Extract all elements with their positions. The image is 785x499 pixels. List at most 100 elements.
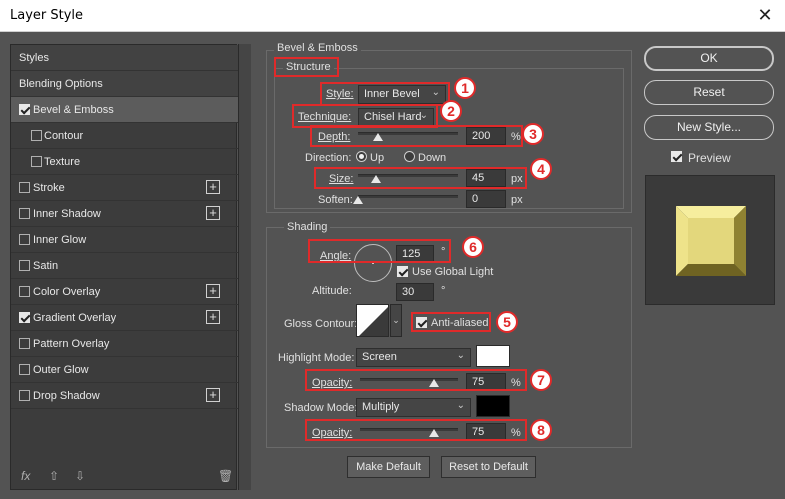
preview-label: Preview bbox=[688, 151, 731, 165]
shadow-color-swatch[interactable] bbox=[476, 395, 510, 417]
direction-down-radio[interactable] bbox=[404, 151, 415, 162]
soften-slider-track[interactable] bbox=[358, 195, 458, 198]
style-list-checkbox[interactable] bbox=[19, 312, 30, 323]
style-list-item[interactable]: Color Overlay + bbox=[11, 279, 238, 305]
gloss-contour-dropdown[interactable]: ⌄ bbox=[390, 304, 402, 337]
shadow-mode-select[interactable]: Multiply ⌄ bbox=[356, 398, 471, 417]
style-list-label: Drop Shadow bbox=[33, 390, 100, 402]
add-style-icon[interactable]: + bbox=[206, 388, 220, 402]
style-list-item[interactable]: Blending Options bbox=[11, 71, 238, 97]
shadow-opacity-highlight-box bbox=[305, 419, 527, 441]
annotation-1: 1 bbox=[454, 77, 476, 99]
annotation-3: 3 bbox=[522, 123, 544, 145]
direction-label: Direction: bbox=[305, 152, 352, 164]
style-list-item[interactable]: Contour bbox=[11, 123, 238, 149]
annotation-7: 7 bbox=[530, 369, 552, 391]
make-default-button[interactable]: Make Default bbox=[347, 456, 430, 478]
style-list-checkbox[interactable] bbox=[19, 234, 30, 245]
angle-highlight-box bbox=[308, 239, 451, 263]
style-list-checkbox[interactable] bbox=[19, 364, 30, 375]
new-style-button[interactable]: New Style... bbox=[644, 115, 774, 140]
style-list-item[interactable]: Bevel & Emboss bbox=[11, 97, 238, 123]
style-highlight-box bbox=[320, 82, 450, 106]
style-list-label: Blending Options bbox=[19, 78, 103, 90]
style-list-label: Bevel & Emboss bbox=[33, 104, 114, 116]
close-icon[interactable]: ✕ bbox=[753, 4, 777, 26]
bevel-preview-icon bbox=[676, 206, 746, 276]
preview-checkbox[interactable] bbox=[671, 151, 682, 162]
style-list-label: Styles bbox=[19, 52, 49, 64]
style-list-label: Gradient Overlay bbox=[33, 312, 117, 324]
direction-down-label: Down bbox=[418, 152, 447, 164]
style-list-label: Texture bbox=[44, 156, 81, 168]
highlight-mode-select[interactable]: Screen ⌄ bbox=[356, 348, 471, 367]
add-style-icon[interactable]: + bbox=[206, 284, 220, 298]
move-up-icon[interactable]: ⇧ bbox=[49, 469, 59, 483]
style-list-checkbox[interactable] bbox=[19, 338, 30, 349]
fx-icon[interactable]: fx bbox=[21, 469, 30, 483]
styles-list-panel: Styles Blending Options Bevel & Emboss Cont… bbox=[10, 44, 238, 491]
style-list-item[interactable]: Inner Glow bbox=[11, 227, 238, 253]
move-down-icon[interactable]: ⇩ bbox=[75, 469, 85, 483]
style-list-checkbox[interactable] bbox=[19, 208, 30, 219]
style-preview-thumbnail bbox=[645, 175, 775, 305]
depth-highlight-box bbox=[310, 125, 523, 147]
chevron-down-icon: ⌄ bbox=[456, 400, 465, 411]
style-list-item[interactable]: Outer Glow bbox=[11, 357, 238, 383]
style-list-item[interactable]: Inner Shadow + bbox=[11, 201, 238, 227]
style-list-checkbox[interactable] bbox=[19, 260, 30, 271]
style-list-label: Inner Glow bbox=[33, 234, 87, 246]
style-list-item[interactable]: Pattern Overlay bbox=[11, 331, 238, 357]
use-global-light-checkbox[interactable] bbox=[397, 266, 408, 277]
style-list-checkbox[interactable] bbox=[19, 286, 30, 297]
style-list-checkbox[interactable] bbox=[31, 156, 42, 167]
style-list-item[interactable]: Drop Shadow + bbox=[11, 383, 238, 409]
annotation-5: 5 bbox=[496, 311, 518, 333]
soften-slider-thumb[interactable] bbox=[353, 196, 363, 204]
annotation-2: 2 bbox=[440, 100, 462, 122]
style-list-checkbox[interactable] bbox=[19, 390, 30, 401]
style-list-checkbox[interactable] bbox=[19, 104, 30, 115]
use-global-light-label: Use Global Light bbox=[412, 266, 494, 278]
style-list-item[interactable]: Satin bbox=[11, 253, 238, 279]
title-bar: Layer Style ✕ bbox=[0, 0, 785, 32]
styles-list-scrollbar[interactable] bbox=[238, 44, 251, 490]
style-list-label: Outer Glow bbox=[33, 364, 89, 376]
highlight-mode-label: Highlight Mode: bbox=[278, 352, 355, 364]
altitude-input[interactable]: 30 bbox=[396, 283, 434, 301]
style-list-checkbox[interactable] bbox=[19, 182, 30, 193]
add-style-icon[interactable]: + bbox=[206, 180, 220, 194]
style-list-item[interactable]: Styles bbox=[11, 45, 238, 71]
style-list-item[interactable]: Gradient Overlay + bbox=[11, 305, 238, 331]
style-list-label: Contour bbox=[44, 130, 84, 142]
soften-label: Soften: bbox=[318, 194, 353, 206]
chevron-down-icon: ⌄ bbox=[456, 350, 465, 361]
add-style-icon[interactable]: + bbox=[206, 206, 220, 220]
anti-aliased-highlight-box bbox=[411, 312, 491, 332]
gloss-contour-swatch[interactable] bbox=[356, 304, 389, 337]
add-style-icon[interactable]: + bbox=[206, 310, 220, 324]
contour-curve-icon bbox=[359, 307, 388, 336]
style-list-label: Pattern Overlay bbox=[33, 338, 110, 350]
annotation-8: 8 bbox=[530, 419, 552, 441]
annotation-6: 6 bbox=[462, 236, 484, 258]
trash-icon[interactable]: 🗑 bbox=[218, 469, 233, 483]
styles-list-toolbar: fx ⇧ ⇩ 🗑 bbox=[11, 465, 238, 491]
style-list-checkbox[interactable] bbox=[31, 130, 42, 141]
style-list-item[interactable]: Texture bbox=[11, 149, 238, 175]
style-list-item[interactable]: Stroke + bbox=[11, 175, 238, 201]
reset-button[interactable]: Reset bbox=[644, 80, 774, 105]
style-list-label: Stroke bbox=[33, 182, 65, 194]
reset-to-default-button[interactable]: Reset to Default bbox=[441, 456, 536, 478]
direction-up-label: Up bbox=[370, 152, 385, 164]
altitude-unit: ° bbox=[441, 285, 446, 297]
ok-button[interactable]: OK bbox=[644, 46, 774, 71]
highlight-color-swatch[interactable] bbox=[476, 345, 510, 367]
direction-up-radio[interactable] bbox=[356, 151, 367, 162]
soften-input[interactable]: 0 bbox=[466, 190, 506, 208]
soften-unit: px bbox=[511, 194, 523, 206]
window-title: Layer Style bbox=[10, 8, 84, 23]
shading-title: Shading bbox=[284, 221, 331, 233]
structure-highlight-box bbox=[274, 57, 339, 77]
gloss-contour-label: Gloss Contour: bbox=[284, 318, 358, 330]
